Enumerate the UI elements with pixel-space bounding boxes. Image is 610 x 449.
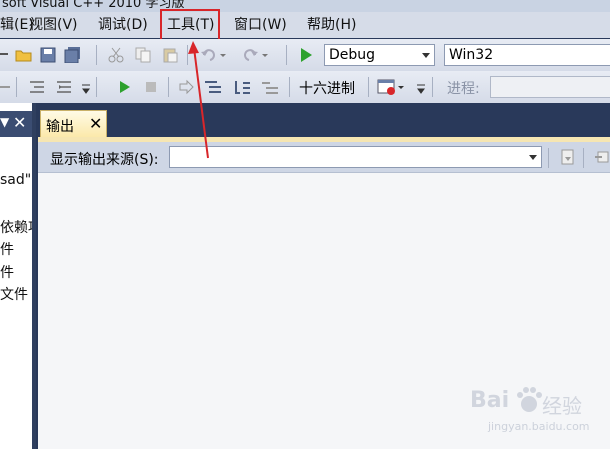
tools-menu-highlight bbox=[160, 9, 220, 41]
watermark-url: jingyan.baidu.com bbox=[488, 420, 590, 433]
start-debug-icon[interactable] bbox=[298, 47, 314, 63]
dropdown-icon[interactable] bbox=[0, 53, 8, 55]
pin-icon[interactable]: ▼ bbox=[0, 115, 9, 129]
toolbar-separator bbox=[286, 45, 287, 65]
close-icon[interactable]: ✕ bbox=[89, 114, 102, 133]
standard-toolbar: Debug Win32 bbox=[0, 39, 610, 71]
show-output-from-label: 显示输出来源(S): bbox=[50, 152, 159, 168]
toolbar-separator bbox=[96, 45, 97, 65]
paw-icon bbox=[517, 387, 542, 412]
tree-item[interactable]: 依赖项 bbox=[0, 217, 32, 237]
toolbar-separator bbox=[583, 148, 584, 168]
toolbar-separator bbox=[168, 77, 169, 97]
redo-icon[interactable] bbox=[243, 47, 268, 63]
close-icon[interactable]: ✕ bbox=[13, 113, 26, 132]
toolbar-separator bbox=[432, 77, 433, 97]
output-toolbar: 显示输出来源(S): bbox=[38, 142, 610, 173]
copy-icon[interactable] bbox=[135, 47, 151, 63]
toolbar-overflow-icon[interactable] bbox=[417, 83, 425, 94]
menu-view[interactable]: 视图(V) bbox=[29, 16, 78, 34]
tree-item[interactable]: sad"( bbox=[0, 172, 32, 188]
process-label: 进程: bbox=[447, 81, 480, 97]
tree-item[interactable]: 件 bbox=[0, 239, 32, 259]
step-icon[interactable] bbox=[0, 79, 16, 95]
menu-bar: 辑(E) 视图(V) 调试(D) 工具(T) 窗口(W) 帮助(H) bbox=[0, 12, 610, 38]
cut-icon[interactable] bbox=[108, 47, 124, 63]
open-folder-icon[interactable] bbox=[15, 47, 32, 63]
save-all-icon[interactable] bbox=[64, 47, 80, 64]
tree-item[interactable]: 文件 bbox=[0, 284, 32, 304]
step-over-icon[interactable] bbox=[233, 79, 250, 95]
toolbar-separator bbox=[16, 77, 17, 97]
output-source-combo[interactable] bbox=[169, 146, 542, 168]
paste-icon[interactable] bbox=[162, 47, 178, 63]
save-icon[interactable] bbox=[40, 47, 56, 63]
tab-output-label: 输出 bbox=[46, 119, 74, 135]
show-next-statement-icon[interactable] bbox=[178, 79, 194, 95]
step-into-icon[interactable] bbox=[204, 79, 221, 95]
toolbar-separator bbox=[96, 77, 97, 97]
solution-platform-value: Win32 bbox=[449, 47, 494, 63]
debug-toolbar: 十六进制 进程: bbox=[0, 71, 610, 103]
comment-icon[interactable] bbox=[28, 79, 44, 95]
watermark-brand-suffix: 经验 bbox=[542, 394, 582, 418]
solution-config-combo[interactable]: Debug bbox=[324, 44, 435, 66]
stop-icon[interactable] bbox=[143, 79, 159, 95]
window-title: soft Visual C++ 2010 学习版 bbox=[2, 0, 185, 11]
solution-platform-combo[interactable]: Win32 bbox=[444, 44, 610, 66]
continue-icon[interactable] bbox=[117, 79, 133, 95]
watermark-brand: Bai bbox=[470, 388, 510, 413]
toolbar-separator bbox=[368, 77, 369, 97]
solution-config-value: Debug bbox=[329, 47, 376, 63]
baidu-watermark: Bai 经验 jingyan.baidu.com bbox=[470, 380, 610, 449]
clear-all-icon[interactable] bbox=[594, 149, 610, 165]
toolbar-separator bbox=[289, 77, 290, 97]
menu-debug[interactable]: 调试(D) bbox=[98, 16, 148, 34]
menu-help[interactable]: 帮助(H) bbox=[307, 16, 356, 34]
toolbar-separator bbox=[548, 148, 549, 168]
toolbar-separator bbox=[187, 45, 188, 65]
toolbar-overflow-icon[interactable] bbox=[82, 83, 90, 94]
tree-item[interactable]: 件 bbox=[0, 262, 32, 282]
menu-window[interactable]: 窗口(W) bbox=[234, 16, 287, 34]
find-message-icon[interactable] bbox=[560, 149, 576, 165]
solution-explorer-panel: ▼ ✕ sad"( 依赖项 件 件 文件 bbox=[0, 103, 36, 449]
process-combo[interactable] bbox=[490, 76, 610, 98]
step-out-icon[interactable] bbox=[261, 79, 278, 95]
uncomment-icon[interactable] bbox=[55, 79, 71, 95]
tab-output[interactable]: 输出 ✕ bbox=[40, 110, 107, 138]
chevron-down-icon bbox=[422, 53, 430, 58]
title-bar: soft Visual C++ 2010 学习版 bbox=[0, 0, 610, 12]
chevron-down-icon bbox=[529, 155, 537, 160]
breakpoint-window-icon[interactable] bbox=[377, 79, 407, 95]
hex-display-button[interactable]: 十六进制 bbox=[299, 78, 355, 98]
undo-icon[interactable] bbox=[200, 47, 226, 63]
panel-header: ▼ ✕ bbox=[0, 111, 32, 137]
